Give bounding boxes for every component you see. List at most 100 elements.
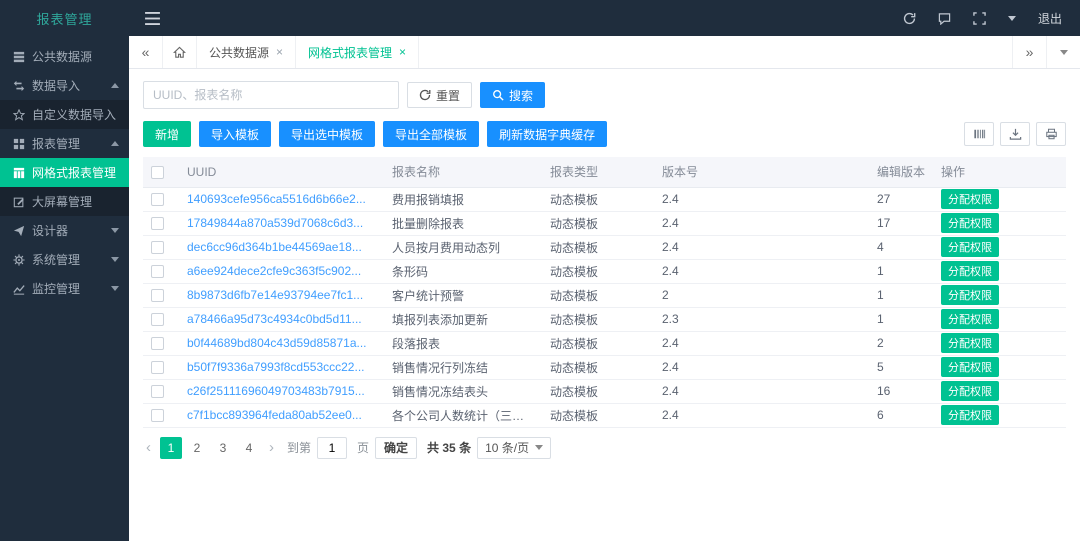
table-row[interactable]: c26f25111696049703483b7915... 销售情况冻结表头 动… <box>143 379 1066 403</box>
page-button-2[interactable]: 2 <box>186 437 208 459</box>
delete-button[interactable]: 删除 <box>1049 237 1066 257</box>
sidebar-item-public-datasource[interactable]: 公共数据源 <box>0 42 129 71</box>
table-row[interactable]: dec6cc96d364b1be44569ae18... 人员按月费用动态列 动… <box>143 235 1066 259</box>
import-template-button[interactable]: 导入模板 <box>199 121 271 147</box>
table-row[interactable]: c7f1bcc893964feda80ab52ee0... 各个公司人数统计（三… <box>143 403 1066 427</box>
delete-button[interactable]: 删除 <box>1049 213 1066 233</box>
page-button-4[interactable]: 4 <box>238 437 260 459</box>
row-checkbox[interactable] <box>151 217 164 230</box>
add-button[interactable]: 新增 <box>143 121 191 147</box>
row-checkbox[interactable] <box>151 361 164 374</box>
table-row[interactable]: b0f44689bd804c43d59d85871a... 段落报表 动态模板 … <box>143 331 1066 355</box>
uuid-link[interactable]: dec6cc96d364b1be44569ae18... <box>187 240 362 254</box>
goto-confirm-button[interactable]: 确定 <box>375 437 417 459</box>
assign-permission-button[interactable]: 分配权限 <box>941 213 999 233</box>
column-settings-button[interactable] <box>964 122 994 146</box>
sidebar-item-report-management[interactable]: 报表管理 <box>0 129 129 158</box>
uuid-link[interactable]: c7f1bcc893964feda80ab52ee0... <box>187 408 362 422</box>
row-checkbox[interactable] <box>151 193 164 206</box>
tab-close-icon[interactable]: × <box>399 45 406 59</box>
tab-public-datasource[interactable]: 公共数据源 × <box>197 36 296 68</box>
page-button-3[interactable]: 3 <box>212 437 234 459</box>
assign-permission-button[interactable]: 分配权限 <box>941 333 999 353</box>
download-button[interactable] <box>1000 122 1030 146</box>
assign-permission-button[interactable]: 分配权限 <box>941 405 999 425</box>
row-checkbox[interactable] <box>151 337 164 350</box>
table-row[interactable]: a6ee924dece2cfe9c363f5c902... 条形码 动态模板 2… <box>143 259 1066 283</box>
assign-permission-button[interactable]: 分配权限 <box>941 237 999 257</box>
uuid-link[interactable]: a78466a95d73c4934c0bd5d11... <box>187 312 362 326</box>
tab-close-icon[interactable]: × <box>276 45 283 59</box>
logout-button[interactable]: 退出 <box>1038 10 1062 27</box>
user-caret-down-icon[interactable] <box>1008 16 1016 21</box>
table-row[interactable]: 8b9873d6fb7e14e93794ee7fc1... 客户统计预警 动态模… <box>143 283 1066 307</box>
sidebar-item-designer[interactable]: 设计器 <box>0 216 129 245</box>
row-checkbox[interactable] <box>151 385 164 398</box>
search-input[interactable] <box>143 81 399 109</box>
assign-permission-button[interactable]: 分配权限 <box>941 309 999 329</box>
assign-permission-button[interactable]: 分配权限 <box>941 381 999 401</box>
refresh-icon[interactable] <box>903 12 916 25</box>
table-row[interactable]: a78466a95d73c4934c0bd5d11... 填报列表添加更新 动态… <box>143 307 1066 331</box>
uuid-link[interactable]: a6ee924dece2cfe9c363f5c902... <box>187 264 361 278</box>
tabs-collapse-right-button[interactable]: » <box>1012 36 1046 68</box>
table-row[interactable]: 17849844a870a539d7068c6d3... 批量删除报表 动态模板… <box>143 211 1066 235</box>
table-row[interactable]: b50f7f9336a7993f8cd553ccc22... 销售情况行列冻结 … <box>143 355 1066 379</box>
uuid-link[interactable]: c26f25111696049703483b7915... <box>187 384 365 398</box>
sidebar-item-custom-data-import[interactable]: 自定义数据导入 <box>0 100 129 129</box>
row-checkbox[interactable] <box>151 313 164 326</box>
table-grid-icon <box>13 167 25 179</box>
assign-permission-button[interactable]: 分配权限 <box>941 357 999 377</box>
delete-button[interactable]: 删除 <box>1049 357 1066 377</box>
next-page-button[interactable]: › <box>266 437 277 459</box>
uuid-link[interactable]: 17849844a870a539d7068c6d3... <box>187 216 363 230</box>
report-name-cell: 段落报表 <box>384 331 542 355</box>
row-checkbox[interactable] <box>151 289 164 302</box>
row-checkbox[interactable] <box>151 265 164 278</box>
export-selected-button[interactable]: 导出选中模板 <box>279 121 375 147</box>
print-button[interactable] <box>1036 122 1066 146</box>
report-type-cell: 动态模板 <box>542 355 654 379</box>
uuid-link[interactable]: 140693cefe956ca5516d6b66e2... <box>187 192 366 206</box>
sidebar-item-big-screen-management[interactable]: 大屏幕管理 <box>0 187 129 216</box>
goto-page-input[interactable] <box>317 437 347 459</box>
select-all-checkbox[interactable] <box>151 166 164 179</box>
sidebar-item-system-management[interactable]: 系统管理 <box>0 245 129 274</box>
page-button-1[interactable]: 1 <box>160 437 182 459</box>
refresh-dict-cache-button[interactable]: 刷新数据字典缓存 <box>487 121 607 147</box>
home-tab-button[interactable] <box>163 36 197 68</box>
delete-button[interactable]: 删除 <box>1049 189 1066 209</box>
tabs-menu-button[interactable] <box>1046 36 1080 68</box>
delete-button[interactable]: 删除 <box>1049 309 1066 329</box>
sidebar-item-monitor-management[interactable]: 监控管理 <box>0 274 129 303</box>
data-import-icon <box>13 80 25 92</box>
reset-button[interactable]: 重置 <box>407 82 472 108</box>
export-all-button[interactable]: 导出全部模板 <box>383 121 479 147</box>
assign-permission-button[interactable]: 分配权限 <box>941 261 999 281</box>
delete-button[interactable]: 删除 <box>1049 381 1066 401</box>
gear-icon <box>13 254 25 266</box>
sidebar-item-data-import[interactable]: 数据导入 <box>0 71 129 100</box>
fullscreen-icon[interactable] <box>973 12 986 25</box>
search-button[interactable]: 搜索 <box>480 82 545 108</box>
uuid-link[interactable]: 8b9873d6fb7e14e93794ee7fc1... <box>187 288 363 302</box>
delete-button[interactable]: 删除 <box>1049 333 1066 353</box>
page-size-select[interactable]: 10 条/页 <box>477 437 551 459</box>
tabs-collapse-left-button[interactable]: « <box>129 36 163 68</box>
message-icon[interactable] <box>938 12 951 25</box>
prev-page-button[interactable]: ‹ <box>143 437 154 459</box>
menu-toggle-icon[interactable] <box>145 12 160 25</box>
row-checkbox[interactable] <box>151 409 164 422</box>
sidebar-item-grid-report-management[interactable]: 网格式报表管理 <box>0 158 129 187</box>
delete-button[interactable]: 删除 <box>1049 261 1066 281</box>
uuid-link[interactable]: b50f7f9336a7993f8cd553ccc22... <box>187 360 364 374</box>
table-row[interactable]: 140693cefe956ca5516d6b66e2... 费用报销填报 动态模… <box>143 187 1066 211</box>
assign-permission-button[interactable]: 分配权限 <box>941 285 999 305</box>
assign-permission-button[interactable]: 分配权限 <box>941 189 999 209</box>
uuid-link[interactable]: b0f44689bd804c43d59d85871a... <box>187 336 367 350</box>
row-checkbox[interactable] <box>151 241 164 254</box>
actions-cell: 分配权限修改删除 <box>933 355 1066 379</box>
delete-button[interactable]: 删除 <box>1049 285 1066 305</box>
delete-button[interactable]: 删除 <box>1049 405 1066 425</box>
tab-grid-report-management[interactable]: 网格式报表管理 × <box>296 36 419 68</box>
